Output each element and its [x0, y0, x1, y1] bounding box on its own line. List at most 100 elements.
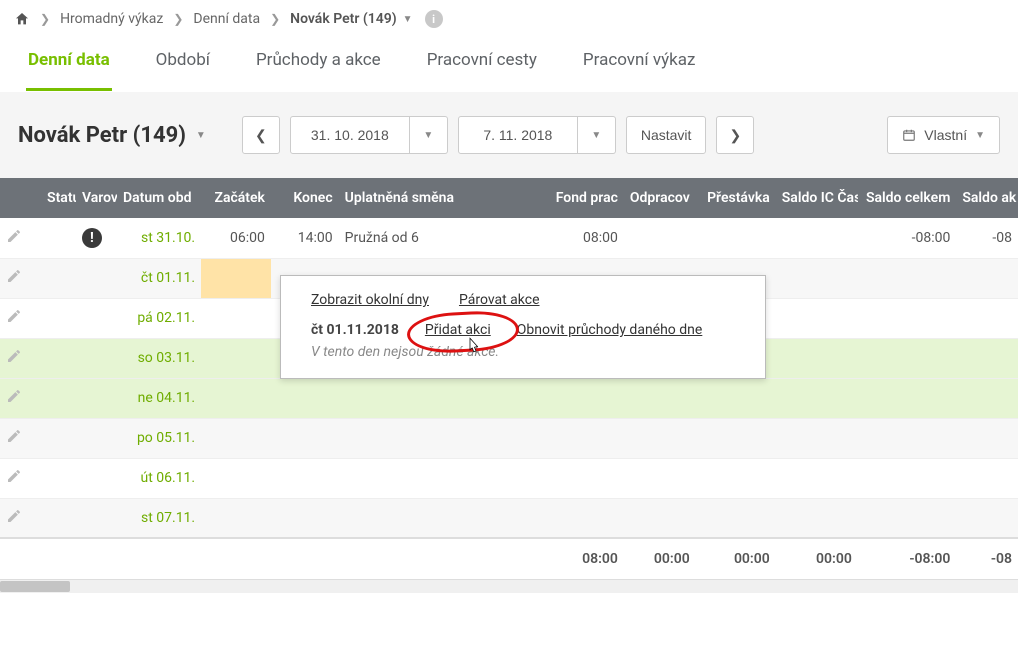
horizontal-scrollbar[interactable] — [0, 579, 1018, 593]
scrollbar-thumb[interactable] — [0, 581, 70, 592]
col-zacatek[interactable]: Začátek — [201, 178, 271, 218]
col-saldo-celkem[interactable]: Saldo celkem — [858, 178, 957, 218]
col-edit[interactable] — [0, 178, 41, 218]
col-fond[interactable]: Fond prac — [544, 178, 624, 218]
cell-saldo-ic — [776, 378, 858, 418]
cell-date: pá 02.11. — [117, 298, 201, 338]
edit-icon[interactable] — [6, 388, 22, 404]
footer-saldo-celkem: -08:00 — [858, 538, 957, 579]
cell-saldo-ic — [776, 258, 858, 298]
col-varov[interactable]: Varov — [76, 178, 117, 218]
cell-saldo-ak: -08 — [956, 218, 1018, 258]
edit-icon[interactable] — [6, 308, 22, 324]
cell-smena — [339, 418, 544, 458]
col-odprac[interactable]: Odpracov — [624, 178, 696, 218]
popover-date: čt 01.11.2018 — [311, 322, 399, 338]
cell-saldo-ak — [956, 378, 1018, 418]
prev-button[interactable]: ❮ — [242, 116, 280, 154]
tab-pracovni-vykaz[interactable]: Pracovní výkaz — [581, 40, 698, 91]
person-dropdown[interactable]: Novák Petr (149) ▼ — [18, 123, 206, 148]
cell-odprac — [624, 458, 696, 498]
cell-date: st 07.11. — [117, 498, 201, 538]
custom-range-button[interactable]: Vlastní ▼ — [887, 116, 1000, 154]
tab-denni-data[interactable]: Denní data — [26, 40, 112, 91]
cell-smena — [339, 458, 544, 498]
table-row[interactable]: !st 31.10.06:0014:00Pružná od 608:00-08:… — [0, 218, 1018, 258]
table-row[interactable]: st 07.11. — [0, 498, 1018, 538]
table-row[interactable]: po 05.11. — [0, 418, 1018, 458]
cell-saldo-ic — [776, 498, 858, 538]
cell-saldo-ic — [776, 458, 858, 498]
date-from-input[interactable]: 31. 10. 2018 — [290, 116, 410, 154]
chevron-left-icon: ❮ — [255, 127, 267, 144]
cell-saldo-ic — [776, 418, 858, 458]
col-smena[interactable]: Uplatněná směna — [339, 178, 544, 218]
table-row[interactable]: ne 04.11. — [0, 378, 1018, 418]
popover-link-pridat[interactable]: Přidat akci — [425, 322, 491, 338]
cell-zacatek — [201, 258, 271, 298]
calendar-icon — [902, 128, 916, 142]
edit-icon[interactable] — [6, 228, 22, 244]
popover-empty-msg: V tento den nejsou žádné akce. — [311, 344, 735, 360]
cell-konec — [271, 378, 339, 418]
date-to-input[interactable]: 7. 11. 2018 — [458, 116, 578, 154]
home-icon[interactable] — [14, 11, 30, 27]
edit-icon[interactable] — [6, 428, 22, 444]
date-from-dropdown[interactable]: ▼ — [410, 116, 448, 154]
chevron-right-icon: ❯ — [40, 12, 50, 26]
edit-icon[interactable] — [6, 348, 22, 364]
cell-saldo-ic — [776, 338, 858, 378]
cell-saldo-celkem — [858, 258, 957, 298]
breadcrumb-item-current[interactable]: Novák Petr (149) ▼ — [290, 11, 412, 27]
footer-saldo-ak: -08 — [956, 538, 1018, 579]
col-saldo-ic[interactable]: Saldo IC Čas — [776, 178, 858, 218]
cell-zacatek — [201, 458, 271, 498]
cell-prest — [696, 458, 776, 498]
warning-icon[interactable]: ! — [82, 228, 102, 248]
cell-date: čt 01.11. — [117, 258, 201, 298]
cell-date: st 31.10. — [117, 218, 201, 258]
col-datum[interactable]: Datum obd — [117, 178, 201, 218]
cell-saldo-ak — [956, 458, 1018, 498]
edit-icon[interactable] — [6, 268, 22, 284]
cell-zacatek — [201, 378, 271, 418]
set-button[interactable]: Nastavit — [626, 116, 707, 154]
tab-pracovni-cesty[interactable]: Pracovní cesty — [425, 40, 539, 91]
edit-icon[interactable] — [6, 468, 22, 484]
next-button[interactable]: ❯ — [716, 116, 754, 154]
breadcrumb-item[interactable]: Denní data — [193, 11, 260, 27]
cell-smena — [339, 498, 544, 538]
chevron-right-icon: ❯ — [173, 12, 183, 26]
cell-saldo-ak — [956, 418, 1018, 458]
popover-link-obnovit[interactable]: Obnovit průchody daného dne — [517, 322, 703, 338]
cell-fond — [544, 378, 624, 418]
col-saldo-ak[interactable]: Saldo ak — [956, 178, 1018, 218]
col-konec[interactable]: Konec — [271, 178, 339, 218]
col-prest[interactable]: Přestávka — [696, 178, 776, 218]
caret-down-icon: ▼ — [423, 130, 433, 141]
cell-odprac — [624, 498, 696, 538]
cell-fond — [544, 498, 624, 538]
date-to-dropdown[interactable]: ▼ — [578, 116, 616, 154]
cell-saldo-celkem — [858, 458, 957, 498]
breadcrumb-item[interactable]: Hromadný výkaz — [60, 11, 163, 27]
edit-icon[interactable] — [6, 508, 22, 524]
tab-pruchody[interactable]: Průchody a akce — [254, 40, 383, 91]
cell-zacatek — [201, 338, 271, 378]
cell-saldo-ak — [956, 338, 1018, 378]
cell-prest — [696, 378, 776, 418]
cell-zacatek — [201, 298, 271, 338]
cell-zacatek: 06:00 — [201, 218, 271, 258]
info-icon[interactable]: i — [425, 10, 443, 28]
footer-odprac: 00:00 — [624, 538, 696, 579]
popover-link-okolni[interactable]: Zobrazit okolní dny — [311, 292, 429, 308]
cell-konec: 14:00 — [271, 218, 339, 258]
col-status[interactable]: Statu — [41, 178, 76, 218]
footer-fond: 08:00 — [544, 538, 624, 579]
tab-obdobi[interactable]: Období — [154, 40, 212, 91]
cell-smena — [339, 378, 544, 418]
date-from-group: 31. 10. 2018 ▼ — [290, 116, 448, 154]
table-row[interactable]: út 06.11. — [0, 458, 1018, 498]
cell-prest — [696, 218, 776, 258]
popover-link-parovat[interactable]: Párovat akce — [459, 292, 540, 308]
